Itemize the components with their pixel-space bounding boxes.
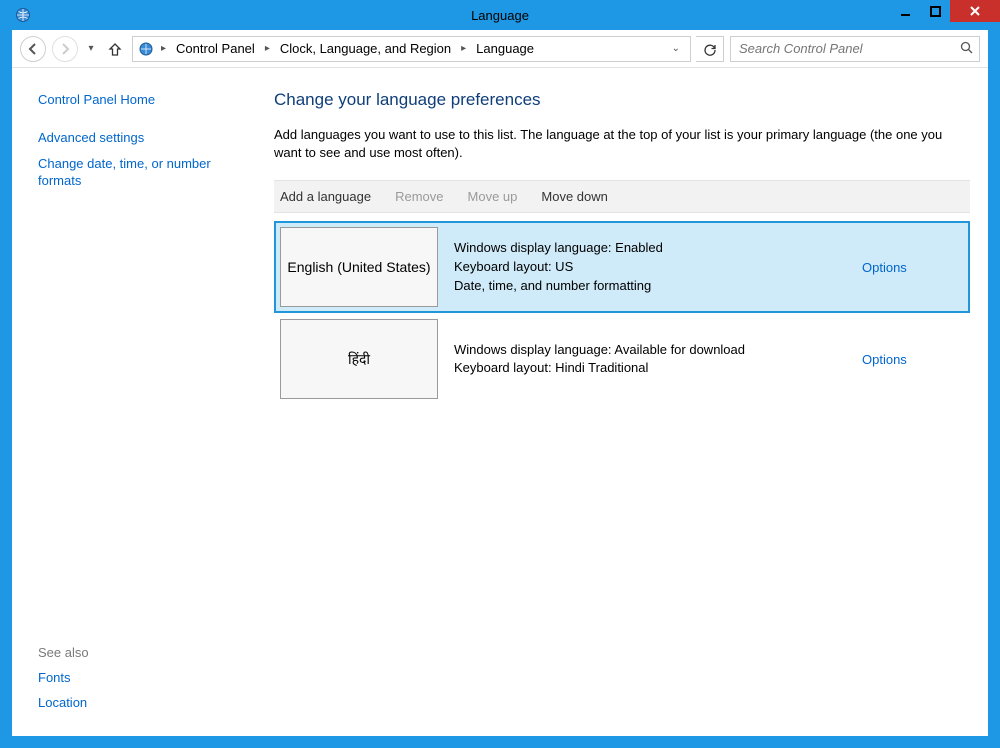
- title-bar: Language: [12, 0, 988, 30]
- language-list: English (United States) Windows display …: [274, 221, 970, 405]
- address-bar[interactable]: ▸ Control Panel ▸ Clock, Language, and R…: [132, 36, 691, 62]
- recent-locations-dropdown[interactable]: ▾: [84, 36, 98, 62]
- control-panel-home-link[interactable]: Control Panel Home: [38, 92, 252, 107]
- language-details: Windows display language: Enabled Keyboa…: [454, 227, 854, 307]
- language-detail-line: Windows display language: Available for …: [454, 341, 854, 360]
- language-details: Windows display language: Available for …: [454, 319, 854, 399]
- move-down-button[interactable]: Move down: [541, 189, 607, 204]
- language-options-link[interactable]: Options: [862, 352, 907, 367]
- app-icon: [14, 6, 32, 24]
- fonts-link[interactable]: Fonts: [38, 670, 252, 685]
- close-button[interactable]: [950, 0, 1000, 22]
- language-detail-line: Date, time, and number formatting: [454, 277, 854, 296]
- language-row[interactable]: हिंदी Windows display language: Availabl…: [274, 313, 970, 405]
- search-icon[interactable]: [960, 41, 973, 57]
- window-title: Language: [12, 8, 988, 23]
- change-date-formats-link[interactable]: Change date, time, or number formats: [38, 155, 252, 190]
- globe-icon: [137, 40, 155, 58]
- search-input[interactable]: [737, 40, 960, 57]
- breadcrumb-segment[interactable]: Language: [472, 39, 538, 58]
- chevron-right-icon[interactable]: ▸: [459, 43, 468, 54]
- see-also-heading: See also: [38, 645, 252, 660]
- location-link[interactable]: Location: [38, 695, 252, 710]
- move-up-button[interactable]: Move up: [468, 189, 518, 204]
- language-toolbar: Add a language Remove Move up Move down: [274, 180, 970, 213]
- minimize-button[interactable]: [890, 0, 920, 22]
- forward-button[interactable]: [52, 36, 78, 62]
- up-button[interactable]: [104, 38, 126, 60]
- nav-bar: ▾ ▸ Control Panel ▸ Clock, Language, and…: [12, 30, 988, 68]
- remove-button[interactable]: Remove: [395, 189, 443, 204]
- main-pane: Change your language preferences Add lan…: [260, 68, 988, 736]
- language-tile: हिंदी: [280, 319, 438, 399]
- add-language-button[interactable]: Add a language: [280, 189, 371, 204]
- breadcrumb-segment[interactable]: Control Panel: [172, 39, 259, 58]
- sidebar: Control Panel Home Advanced settings Cha…: [12, 68, 260, 736]
- maximize-button[interactable]: [920, 0, 950, 22]
- page-heading: Change your language preferences: [274, 90, 970, 110]
- refresh-button[interactable]: [696, 36, 724, 62]
- window-frame: Language ▾: [0, 0, 1000, 748]
- chevron-right-icon[interactable]: ▸: [263, 43, 272, 54]
- language-detail-line: Keyboard layout: Hindi Traditional: [454, 359, 854, 378]
- client-area: ▾ ▸ Control Panel ▸ Clock, Language, and…: [12, 30, 988, 736]
- page-description: Add languages you want to use to this li…: [274, 126, 970, 162]
- advanced-settings-link[interactable]: Advanced settings: [38, 129, 252, 147]
- back-button[interactable]: [20, 36, 46, 62]
- window-controls: [890, 0, 1000, 22]
- address-dropdown-icon[interactable]: ⌄: [672, 43, 686, 54]
- breadcrumb-segment[interactable]: Clock, Language, and Region: [276, 39, 455, 58]
- language-detail-line: Keyboard layout: US: [454, 258, 854, 277]
- language-options-link[interactable]: Options: [862, 260, 907, 275]
- language-row[interactable]: English (United States) Windows display …: [274, 221, 970, 313]
- chevron-right-icon[interactable]: ▸: [159, 43, 168, 54]
- language-detail-line: Windows display language: Enabled: [454, 239, 854, 258]
- search-box[interactable]: [730, 36, 980, 62]
- language-tile: English (United States): [280, 227, 438, 307]
- body: Control Panel Home Advanced settings Cha…: [12, 68, 988, 736]
